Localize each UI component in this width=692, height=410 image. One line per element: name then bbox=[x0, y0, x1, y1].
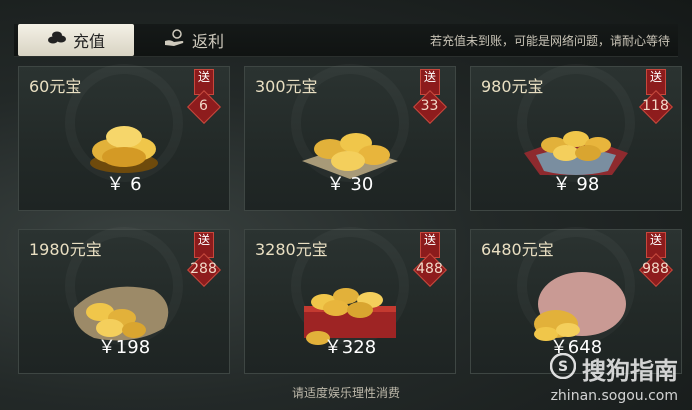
bonus-badge: 送 118 bbox=[639, 69, 673, 127]
bonus-badge: 送 6 bbox=[187, 69, 221, 127]
bonus-value: 988 bbox=[642, 261, 669, 277]
package-card-3280[interactable]: 3280元宝 送 488 ￥328 bbox=[244, 229, 456, 374]
sogou-logo-icon: S bbox=[549, 352, 577, 385]
bonus-value: 488 bbox=[416, 261, 443, 277]
bonus-badge: 送 288 bbox=[187, 232, 221, 290]
coins-icon bbox=[47, 30, 67, 50]
tab-rebate[interactable]: 返利 bbox=[164, 24, 244, 56]
package-amount: 6480元宝 bbox=[481, 240, 554, 259]
package-amount: 60元宝 bbox=[29, 77, 82, 96]
bonus-badge: 送 988 bbox=[639, 232, 673, 290]
bonus-value: 33 bbox=[420, 98, 439, 114]
bonus-badge: 送 33 bbox=[413, 69, 447, 127]
package-amount: 1980元宝 bbox=[29, 240, 102, 259]
package-amount: 3280元宝 bbox=[255, 240, 328, 259]
package-price: ￥198 bbox=[97, 337, 151, 358]
tab-recharge-label: 充值 bbox=[72, 32, 105, 51]
watermark-title: 搜狗指南 bbox=[582, 357, 678, 385]
recharge-notice: 若充值未到账，可能是网络问题，请耐心等待 bbox=[429, 34, 670, 48]
watermark: S 搜狗指南 zhinan.sogou.com bbox=[549, 351, 678, 404]
package-grid: 60元宝 送 6 ￥ 6 300元宝 送 33 ￥ 30 980元宝 送 118… bbox=[18, 66, 682, 374]
tab-rebate-label: 返利 bbox=[192, 32, 225, 51]
package-card-300[interactable]: 300元宝 送 33 ￥ 30 bbox=[244, 66, 456, 211]
package-price: ￥ 30 bbox=[326, 174, 374, 195]
package-price: ￥328 bbox=[323, 337, 377, 358]
bonus-value: 118 bbox=[642, 98, 669, 114]
svg-text:S: S bbox=[558, 359, 568, 375]
package-card-1980[interactable]: 1980元宝 送 288 ￥198 bbox=[18, 229, 230, 374]
package-amount: 300元宝 bbox=[255, 77, 318, 96]
tab-recharge[interactable]: 充值 bbox=[18, 24, 134, 56]
package-card-60[interactable]: 60元宝 送 6 ￥ 6 bbox=[18, 66, 230, 211]
package-card-980[interactable]: 980元宝 送 118 ￥ 98 bbox=[470, 66, 682, 211]
bonus-value: 288 bbox=[190, 261, 217, 277]
package-amount: 980元宝 bbox=[481, 77, 544, 96]
watermark-url: zhinan.sogou.com bbox=[550, 388, 678, 404]
bonus-badge: 送 488 bbox=[413, 232, 447, 290]
package-price: ￥ 6 bbox=[106, 174, 142, 195]
tab-bar: 充值 返利 若充值未到账，可能是网络问题，请耐心等待 bbox=[14, 24, 678, 57]
hand-coin-icon bbox=[164, 29, 186, 51]
package-price: ￥ 98 bbox=[552, 174, 600, 195]
bonus-value: 6 bbox=[199, 98, 208, 114]
